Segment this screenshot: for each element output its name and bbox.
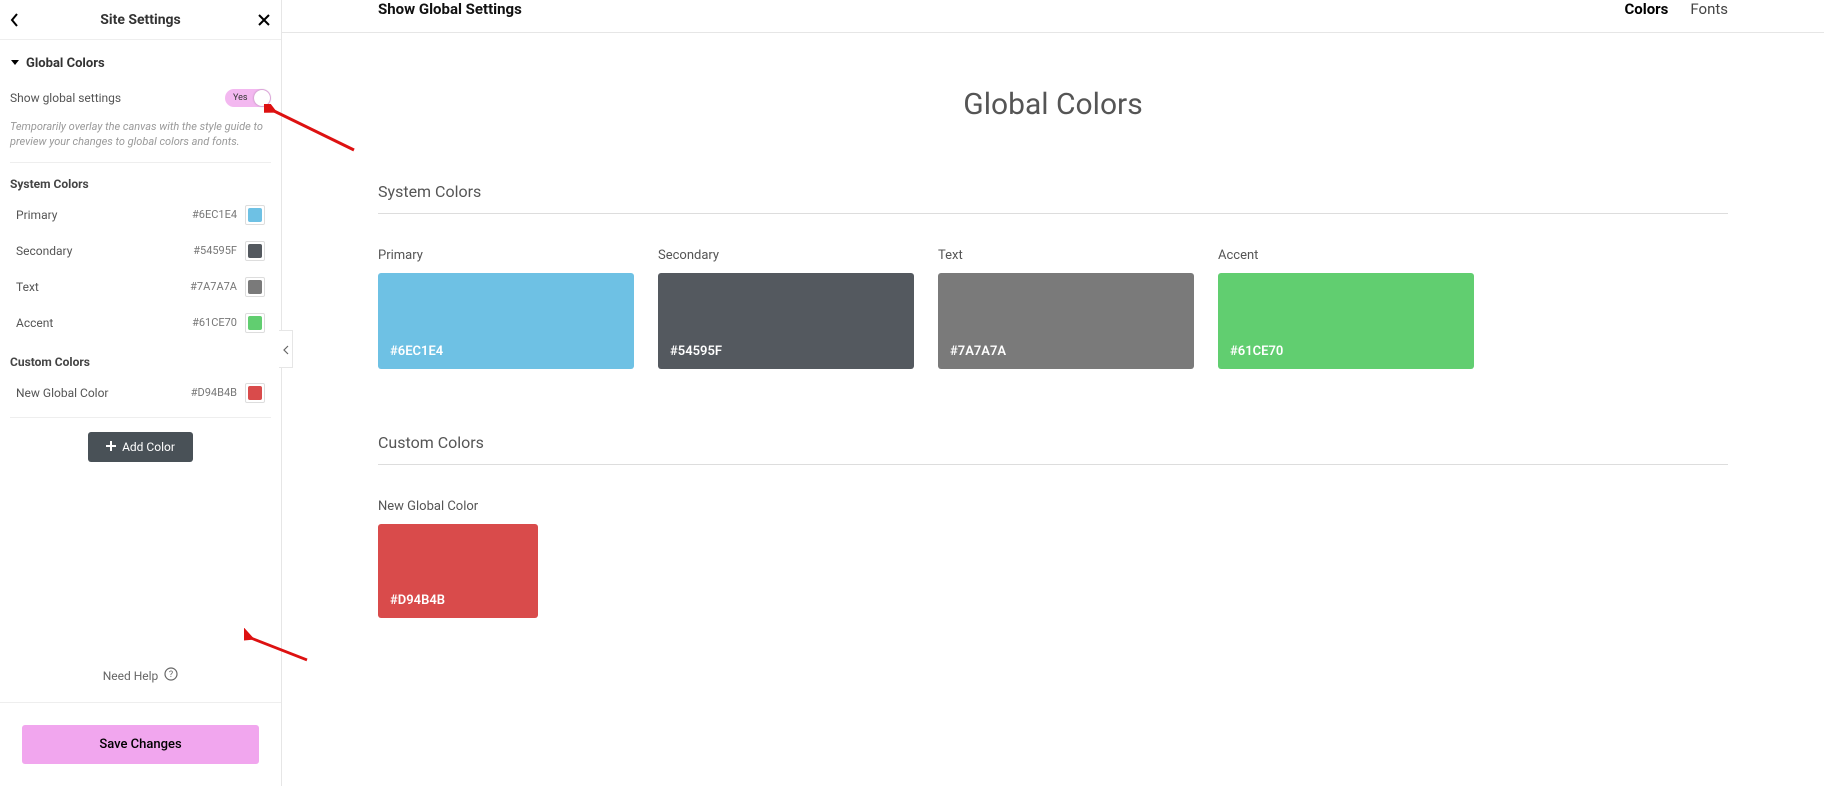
color-hex: #54595F	[193, 244, 237, 257]
color-card: Secondary #54595F	[658, 248, 914, 369]
plus-icon	[106, 440, 116, 454]
color-name: Accent	[16, 316, 192, 330]
color-name: Text	[16, 280, 190, 294]
color-name: Primary	[16, 208, 192, 222]
color-card: Primary #6EC1E4	[378, 248, 634, 369]
top-bar-title: Show Global Settings	[378, 0, 522, 18]
card-swatch[interactable]: #D94B4B	[378, 524, 538, 618]
save-label: Save Changes	[99, 737, 181, 752]
card-hex: #7A7A7A	[950, 344, 1006, 359]
main-canvas: Show Global Settings Colors Fonts Global …	[282, 0, 1824, 786]
collapse-sidebar-handle[interactable]	[279, 330, 293, 368]
global-colors-section-header[interactable]: Global Colors	[0, 40, 281, 81]
sidebar-panel: Site Settings Global Colors Show global …	[0, 0, 282, 786]
toggle-knob	[254, 90, 270, 106]
sidebar-footer: Save Changes	[0, 702, 281, 786]
toggle-value: Yes	[233, 93, 248, 103]
card-hex: #D94B4B	[390, 593, 445, 608]
system-color-row[interactable]: Secondary#54595F	[10, 233, 271, 269]
card-hex: #61CE70	[1230, 344, 1283, 359]
system-color-cards: Primary #6EC1E4 Secondary #54595F Text #7A7A7…	[378, 248, 1728, 369]
color-name: Secondary	[16, 244, 193, 258]
card-hex: #54595F	[670, 344, 722, 359]
color-swatch[interactable]	[245, 383, 265, 403]
canvas: Global Colors System Colors Primary #6EC1…	[282, 33, 1824, 682]
custom-colors-section-title: Custom Colors	[378, 433, 1728, 465]
section-body: Show global settings Yes Temporarily ove…	[0, 81, 281, 462]
card-label: Primary	[378, 248, 634, 263]
card-swatch[interactable]: #7A7A7A	[938, 273, 1194, 369]
tab-colors[interactable]: Colors	[1624, 0, 1668, 18]
caret-down-icon	[10, 56, 20, 71]
custom-colors-subhead: Custom Colors	[10, 341, 271, 375]
sidebar-title: Site Settings	[100, 12, 181, 28]
card-label: Secondary	[658, 248, 914, 263]
show-global-settings-toggle[interactable]: Yes	[225, 89, 271, 107]
add-color-label: Add Color	[122, 440, 175, 454]
color-card: Accent #61CE70	[1218, 248, 1474, 369]
close-button[interactable]	[257, 13, 271, 27]
color-hex: #61CE70	[192, 316, 237, 329]
need-help-link[interactable]: Need Help ?	[0, 649, 281, 702]
color-hex: #7A7A7A	[190, 280, 237, 293]
top-bar: Show Global Settings Colors Fonts	[282, 0, 1824, 33]
system-colors-section-title: System Colors	[378, 182, 1728, 214]
color-swatch[interactable]	[245, 277, 265, 297]
system-colors-subhead: System Colors	[10, 163, 271, 197]
system-color-row[interactable]: Text#7A7A7A	[10, 269, 271, 305]
custom-color-cards: New Global Color #D94B4B	[378, 499, 1728, 618]
color-hex: #6EC1E4	[192, 208, 237, 221]
system-color-row[interactable]: Accent#61CE70	[10, 305, 271, 341]
toggle-label: Show global settings	[10, 91, 121, 105]
save-changes-button[interactable]: Save Changes	[22, 725, 259, 764]
card-label: Accent	[1218, 248, 1474, 263]
card-label: Text	[938, 248, 1194, 263]
custom-color-row[interactable]: New Global Color#D94B4B	[10, 375, 271, 411]
back-button[interactable]	[10, 13, 20, 27]
system-color-row[interactable]: Primary#6EC1E4	[10, 197, 271, 233]
section-label: Global Colors	[26, 56, 105, 71]
color-name: New Global Color	[16, 386, 191, 400]
svg-text:?: ?	[169, 670, 173, 680]
divider	[10, 417, 271, 418]
color-card: Text #7A7A7A	[938, 248, 1194, 369]
card-label: New Global Color	[378, 499, 538, 514]
card-hex: #6EC1E4	[390, 344, 443, 359]
chevron-left-icon	[283, 340, 289, 359]
help-icon: ?	[164, 667, 178, 684]
card-swatch[interactable]: #6EC1E4	[378, 273, 634, 369]
page-title: Global Colors	[378, 87, 1728, 122]
sidebar-header: Site Settings	[0, 0, 281, 40]
card-swatch[interactable]: #61CE70	[1218, 273, 1474, 369]
color-swatch[interactable]	[245, 313, 265, 333]
add-color-button[interactable]: Add Color	[88, 432, 193, 462]
top-tabs: Colors Fonts	[1624, 0, 1728, 18]
color-swatch[interactable]	[245, 205, 265, 225]
settings-hint: Temporarily overlay the canvas with the …	[10, 115, 271, 163]
show-global-settings-row: Show global settings Yes	[10, 81, 271, 115]
color-hex: #D94B4B	[191, 386, 237, 399]
tab-fonts[interactable]: Fonts	[1690, 0, 1728, 18]
need-help-label: Need Help	[103, 669, 159, 683]
color-card: New Global Color #D94B4B	[378, 499, 538, 618]
card-swatch[interactable]: #54595F	[658, 273, 914, 369]
color-swatch[interactable]	[245, 241, 265, 261]
